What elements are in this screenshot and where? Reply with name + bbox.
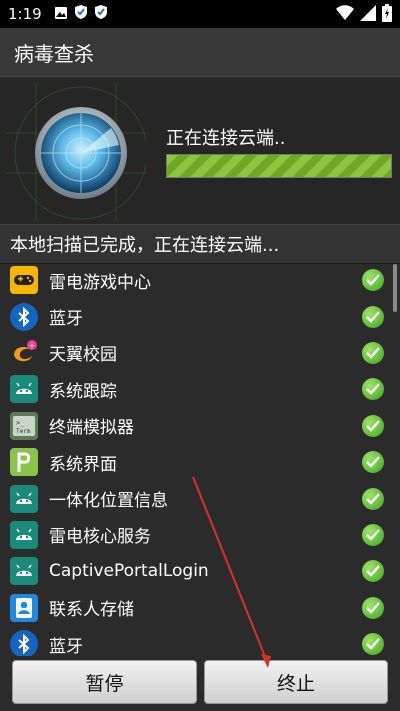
tianyi-icon: + — [10, 338, 38, 367]
svg-text:+: + — [29, 341, 36, 350]
app-name: 蓝牙 — [49, 309, 83, 330]
check-icon — [362, 414, 384, 437]
shield-notification-icon-2 — [94, 4, 108, 24]
check-icon — [362, 487, 384, 510]
check-icon — [362, 305, 384, 328]
app-name: 雷电游戏中心 — [49, 272, 151, 293]
app-name: 系统跟踪 — [49, 381, 117, 402]
app-list-item[interactable]: + 天翼校园 — [0, 335, 400, 371]
check-icon — [362, 523, 384, 546]
check-icon — [362, 269, 384, 292]
app-name: 天翼校园 — [49, 345, 117, 366]
app-name: 雷电核心服务 — [49, 527, 151, 548]
bottom-action-bar: 暂停 终止 — [0, 656, 400, 711]
app-list-item[interactable]: 蓝牙 — [0, 626, 400, 656]
scan-panel: 正在连接云端.. — [0, 77, 400, 224]
page-title: 病毒查杀 — [14, 41, 94, 66]
gamepad-icon — [10, 266, 38, 295]
radar-scan-icon — [6, 83, 146, 221]
check-icon — [362, 341, 384, 364]
check-icon — [362, 378, 384, 401]
check-icon — [362, 451, 384, 474]
check-icon — [362, 596, 384, 619]
local-scan-status-text: 本地扫描已完成，正在连接云端... — [10, 235, 280, 256]
app-name: 系统界面 — [49, 454, 117, 475]
app-list-item[interactable]: >_ Term 终端模拟器 — [0, 408, 400, 444]
bluetooth-icon — [10, 630, 38, 656]
local-scan-status-bar: 本地扫描已完成，正在连接云端... — [0, 224, 400, 264]
scan-progress-bar — [166, 154, 392, 178]
app-name: CaptivePortalLogin — [49, 561, 209, 582]
scan-progress-fill — [167, 155, 391, 177]
scan-status-text: 正在连接云端.. — [166, 128, 286, 149]
pause-button[interactable]: 暂停 — [12, 660, 197, 704]
list-scrollbar[interactable] — [393, 264, 397, 312]
stop-button[interactable]: 终止 — [204, 660, 388, 704]
app-list-item[interactable]: CaptivePortalLogin — [0, 553, 400, 589]
app-name: 蓝牙 — [49, 636, 83, 656]
app-list-item[interactable]: 雷电核心服务 — [0, 517, 400, 553]
check-icon — [362, 560, 384, 583]
signal-icon — [360, 5, 376, 25]
app-name: 一体化位置信息 — [49, 491, 168, 512]
app-name: 联系人存储 — [49, 600, 134, 621]
terminal-icon: >_ Term — [10, 411, 38, 440]
check-icon — [362, 633, 384, 656]
contacts-icon — [10, 593, 38, 622]
scanned-app-list[interactable]: 雷电游戏中心 蓝牙 + 天翼校园系统跟踪 >_ Term 终端模拟器系统界面一体化位置信息雷… — [0, 262, 400, 656]
app-list-item[interactable]: 系统界面 — [0, 444, 400, 480]
app-name: 终端模拟器 — [49, 418, 134, 439]
android-icon — [10, 375, 38, 404]
app-list-item[interactable]: 雷电游戏中心 — [0, 262, 400, 298]
svg-text:>_: >_ — [16, 419, 25, 427]
bluetooth-icon — [10, 302, 38, 331]
status-time: 1:19 — [8, 5, 42, 23]
app-list-item[interactable]: 系统跟踪 — [0, 371, 400, 407]
app-list-item[interactable]: 联系人存储 — [0, 590, 400, 626]
image-notification-icon — [54, 5, 68, 24]
title-bar: 病毒查杀 — [0, 28, 400, 77]
app-list-item[interactable]: 一体化位置信息 — [0, 480, 400, 516]
android-icon — [10, 520, 38, 549]
android-p-icon — [10, 448, 38, 477]
status-bar: 1:19 — [0, 0, 400, 28]
android-icon — [10, 484, 38, 513]
app-list-item[interactable]: 蓝牙 — [0, 298, 400, 334]
shield-notification-icon — [74, 4, 88, 24]
android-icon — [10, 557, 38, 586]
wifi-icon — [336, 5, 354, 25]
battery-icon — [382, 4, 392, 26]
svg-text:Term: Term — [16, 428, 31, 435]
